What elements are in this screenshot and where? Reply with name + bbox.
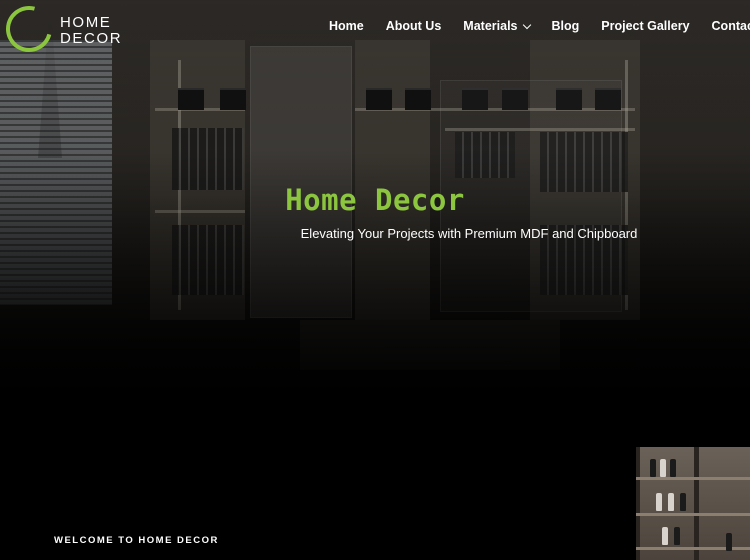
logo-line-2: DECOR	[60, 30, 123, 47]
nav-about-us[interactable]: About Us	[386, 19, 442, 33]
nav-project-gallery[interactable]: Project Gallery	[601, 19, 689, 33]
site-logo[interactable]: HOME DECOR	[0, 0, 126, 61]
nav-project-gallery-label: Project Gallery	[601, 19, 690, 33]
bottle	[656, 493, 662, 511]
bottle	[650, 459, 656, 477]
nav-blog[interactable]: Blog	[552, 19, 580, 33]
nav-contact-us-label: Contact Us	[711, 19, 750, 33]
nav-contact-us[interactable]: Contact Us	[712, 19, 750, 33]
logo-ring-icon	[0, 0, 61, 61]
nav-materials-label: Materials	[463, 19, 518, 33]
image-frame	[694, 447, 699, 560]
site-header: HOME DECOR Home About Us Materials Blog …	[0, 0, 750, 61]
image-shelf	[636, 477, 750, 480]
bottle	[670, 459, 676, 477]
nav-materials[interactable]: Materials	[463, 19, 531, 33]
hero-title: Home Decor	[285, 183, 465, 217]
nav-about-us-label: About Us	[385, 19, 442, 33]
nav-home[interactable]: Home	[329, 19, 364, 33]
bottle	[668, 493, 674, 511]
logo-line-1: HOME	[60, 14, 112, 31]
chevron-down-icon	[522, 20, 531, 29]
image-shelf	[636, 547, 750, 550]
hero-banner: Home Decor Elevating Your Projects with …	[0, 0, 750, 430]
hero-subtitle: Elevating Your Projects with Premium MDF…	[300, 226, 638, 241]
bottle	[726, 533, 732, 551]
bottle	[674, 527, 680, 545]
welcome-eyebrow: WELCOME TO HOME DECOR	[54, 535, 219, 546]
nav-home-label: Home	[329, 19, 364, 33]
bottle	[680, 493, 686, 511]
nav-blog-label: Blog	[551, 19, 580, 33]
wine-shelf-image	[636, 447, 750, 560]
logo-text: HOME DECOR	[60, 15, 122, 47]
main-nav: Home About Us Materials Blog Project Gal…	[329, 19, 750, 33]
image-shelf	[636, 513, 750, 516]
bottle	[662, 527, 668, 545]
bottle	[660, 459, 666, 477]
image-frame	[636, 447, 640, 560]
